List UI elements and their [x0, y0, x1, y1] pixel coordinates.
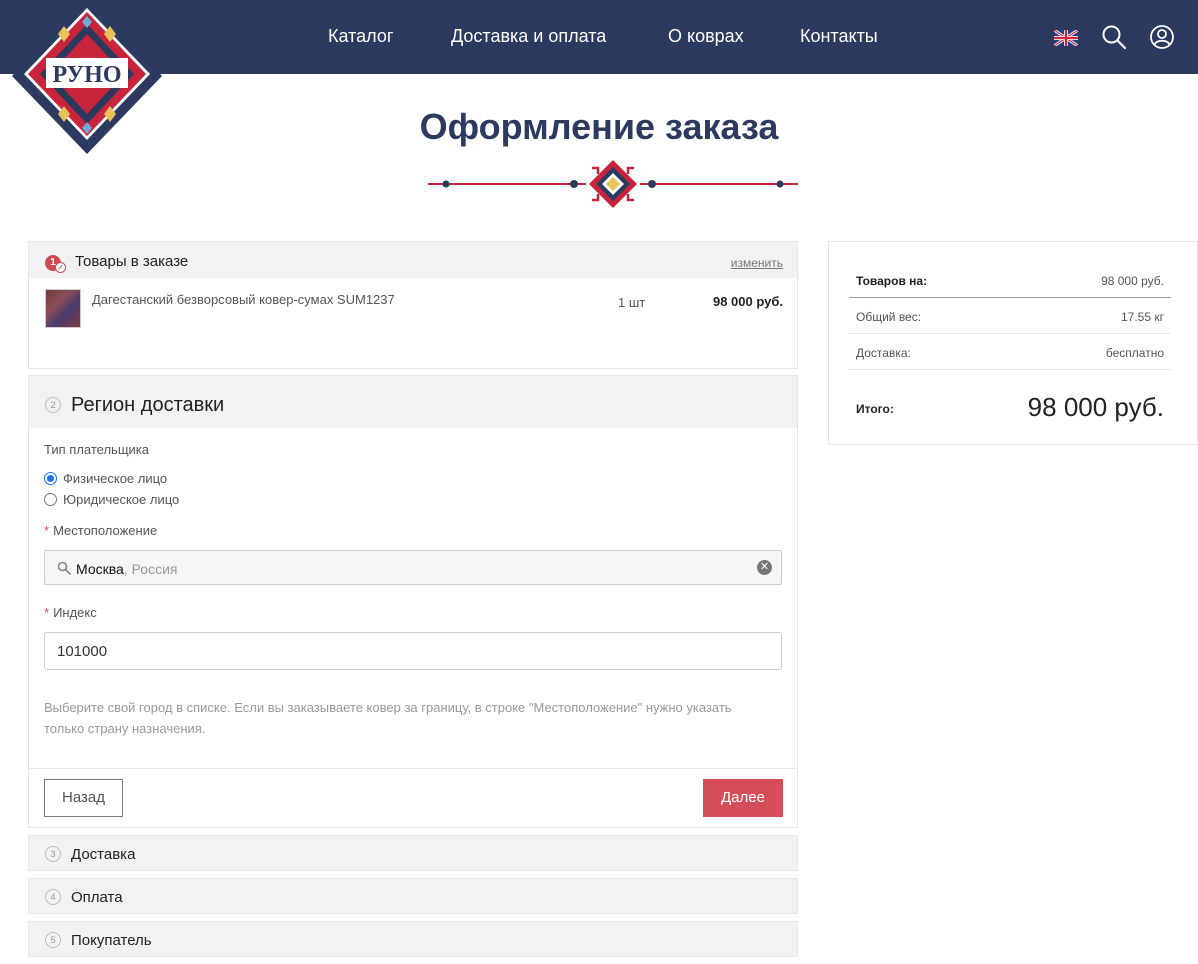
nav-contacts-link[interactable]: Контакты [800, 26, 878, 47]
page-title: Оформление заказа [419, 106, 779, 147]
goods-value: 98 000 руб. [1101, 274, 1164, 288]
index-label: * Индекс [44, 605, 97, 620]
product-name: Дагестанский безворсовый ковер-сумах SUM… [92, 292, 395, 307]
order-items-title: Товары в заказе [75, 253, 189, 270]
radio-individual[interactable] [44, 472, 57, 485]
step-number-badge: 5 [45, 932, 61, 948]
payer-type-label: Тип плательщика [44, 442, 149, 457]
radio-legal-entity-label: Юридическое лицо [63, 492, 180, 507]
weight-value: 17.55 кг [1121, 310, 1164, 324]
location-field[interactable]: Москва, Россия ✕ [44, 550, 782, 585]
delivery-label: Доставка: [856, 346, 911, 360]
search-icon[interactable] [1101, 24, 1127, 50]
radio-legal-entity[interactable] [44, 493, 57, 506]
payer-option-legal-entity[interactable]: Юридическое лицо [44, 492, 179, 507]
step-number-badge: 3 [45, 846, 61, 862]
location-hint-text: Выберите свой город в списке. Если вы за… [44, 700, 732, 736]
nav-delivery-payment-link[interactable]: Доставка и оплата [451, 26, 606, 47]
search-icon [57, 561, 71, 575]
location-value[interactable]: Москва, Россия [76, 561, 178, 577]
delivery-region-header: 2 Регион доставки [29, 376, 797, 428]
change-order-link[interactable]: изменить [731, 256, 783, 270]
order-summary-panel: Товаров на: 98 000 руб. Общий вес: 17.55… [828, 241, 1198, 445]
required-mark: * [44, 605, 50, 620]
user-account-icon[interactable] [1149, 24, 1175, 50]
summary-weight-row: Общий вес: 17.55 кг [849, 298, 1171, 334]
nav-about-carpets-link[interactable]: О коврах [668, 26, 744, 47]
back-button[interactable]: Назад [44, 779, 123, 817]
location-country: , Россия [123, 561, 178, 577]
order-items-header: 1 ✓ Товары в заказе изменить [29, 242, 797, 278]
delivery-step-title: Доставка [71, 846, 136, 863]
total-value: 98 000 руб. [1027, 392, 1164, 422]
product-thumbnail[interactable] [45, 289, 81, 328]
total-label: Итого: [856, 402, 894, 416]
order-items-section: 1 ✓ Товары в заказе изменить Дагестански… [28, 241, 798, 369]
weight-label: Общий вес: [856, 310, 922, 324]
delivery-region-title: Регион доставки [71, 394, 225, 416]
step-number-badge: 4 [45, 889, 61, 905]
postal-index-input[interactable] [44, 632, 782, 670]
delivery-value: бесплатно [1105, 346, 1164, 360]
logo-text: РУНО [52, 62, 121, 88]
product-quantity: 1 шт [618, 295, 646, 310]
check-icon: ✓ [55, 262, 66, 273]
location-label-text: Местоположение [53, 523, 158, 538]
next-button[interactable]: Далее [703, 779, 783, 817]
location-city: Москва [76, 561, 124, 577]
summary-delivery-row: Доставка: бесплатно [849, 334, 1171, 370]
payment-step-section[interactable]: 4 Оплата [28, 878, 798, 914]
payer-option-individual[interactable]: Физическое лицо [44, 471, 167, 486]
product-price: 98 000 руб. [712, 294, 783, 309]
summary-goods-row: Товаров на: 98 000 руб. [849, 262, 1171, 298]
required-mark: * [44, 523, 50, 538]
section-divider [29, 768, 797, 769]
main-nav: Каталог Доставка и оплата О коврах Конта… [0, 26, 1198, 50]
goods-label: Товаров на: [856, 274, 928, 288]
delivery-step-section[interactable]: 3 Доставка [28, 835, 798, 871]
clear-location-icon[interactable]: ✕ [757, 560, 772, 575]
ornament-divider [428, 160, 798, 208]
radio-individual-label: Физическое лицо [63, 471, 168, 486]
nav-catalog-link[interactable]: Каталог [328, 26, 393, 47]
english-flag-icon[interactable] [1054, 30, 1078, 46]
index-label-text: Индекс [53, 605, 97, 620]
payment-step-title: Оплата [71, 889, 123, 906]
step-number-badge: 2 [45, 397, 61, 413]
location-label: * Местоположение [44, 523, 157, 538]
summary-total-row: Итого: 98 000 руб. [849, 388, 1171, 424]
buyer-step-section[interactable]: 5 Покупатель [28, 921, 798, 957]
buyer-step-title: Покупатель [71, 932, 152, 949]
delivery-region-section: 2 Регион доставки Тип плательщика Физиче… [28, 375, 798, 828]
